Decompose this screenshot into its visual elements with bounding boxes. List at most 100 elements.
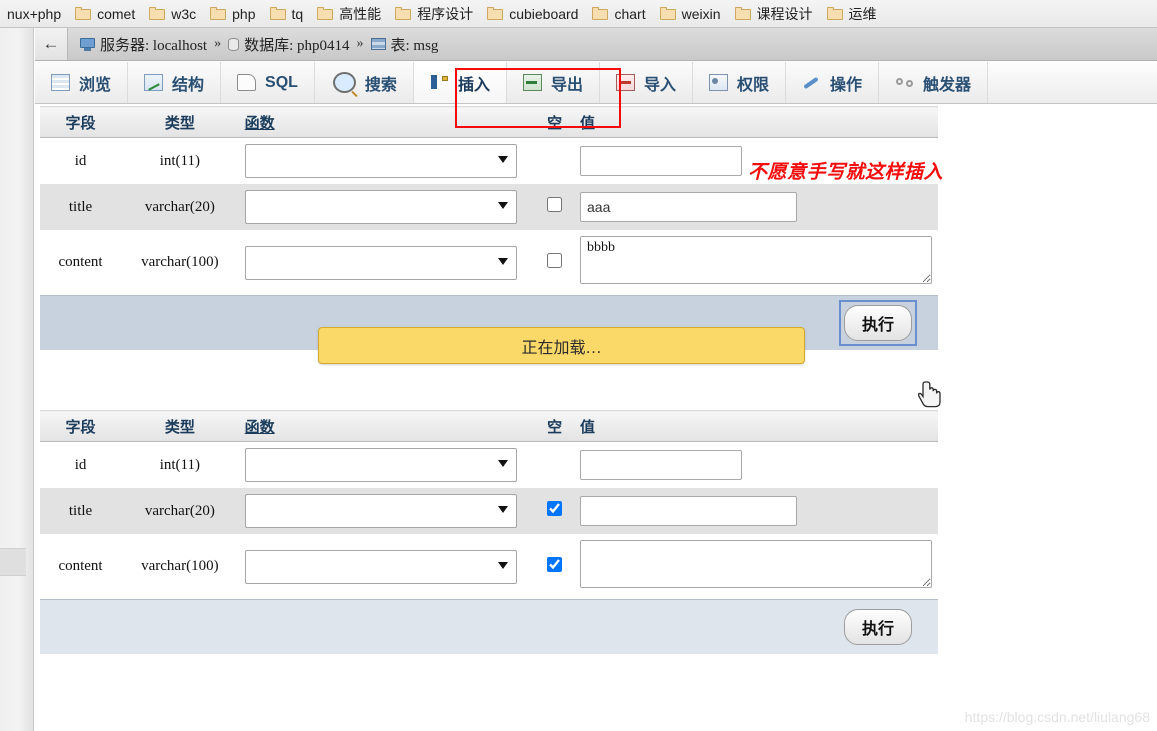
row-value-cell (574, 488, 938, 534)
bookmark-label: tq (291, 5, 304, 22)
insert-form-second: 字段 类型 函数 空 值 id int(11) title varchar(20… (40, 410, 938, 654)
tab-import[interactable]: 导入 (599, 62, 693, 103)
panel-resize-handle[interactable] (0, 548, 26, 576)
header-type: 类型 (121, 106, 239, 138)
tab-export[interactable]: 导出 (506, 62, 600, 103)
navigation-panel-collapsed[interactable] (0, 28, 34, 731)
function-select[interactable] (244, 245, 517, 280)
folder-icon (149, 7, 166, 20)
row-null-cell (535, 137, 574, 184)
tab-label: 结构 (172, 76, 205, 94)
row-field-name: id (40, 137, 122, 184)
value-textarea[interactable]: bbbb (580, 236, 932, 284)
function-select[interactable] (244, 494, 517, 528)
value-input[interactable] (580, 450, 742, 480)
function-select[interactable] (244, 144, 517, 178)
back-button[interactable]: ← (35, 28, 68, 60)
header-field: 字段 (40, 106, 122, 138)
tab-operations[interactable]: 操作 (786, 62, 880, 103)
tab-insert[interactable]: 插入 (413, 62, 507, 103)
row-field-type: varchar(100) (121, 230, 239, 296)
row-null-cell (535, 184, 574, 230)
insert-form-first: 字段 类型 函数 空 值 id int(11) title varchar(20… (40, 106, 938, 350)
bookmark-item[interactable]: comet (68, 4, 142, 24)
bookmark-label: comet (97, 5, 136, 22)
operations-icon (802, 74, 821, 91)
header-function[interactable]: 函数 (238, 106, 536, 138)
header-function[interactable]: 函数 (238, 410, 536, 442)
function-select[interactable] (244, 549, 517, 584)
bookmark-item[interactable]: 运维 (820, 2, 884, 26)
breadcrumb-path: 服务器: localhost » 数据库: php0414 » 表: msg (68, 34, 438, 55)
table-row: id int(11) (40, 441, 938, 488)
row-field-type: varchar(20) (121, 488, 239, 534)
breadcrumb-server[interactable]: 服务器: localhost (100, 34, 207, 55)
bookmark-label: nux+php (7, 5, 62, 22)
value-textarea[interactable] (580, 540, 932, 588)
row-function-cell (238, 488, 536, 534)
tab-privileges[interactable]: 权限 (692, 62, 786, 103)
header-value: 值 (574, 106, 938, 138)
function-select[interactable] (244, 190, 517, 224)
table-row: content varchar(100) bbbb (40, 230, 938, 296)
tab-label: 操作 (830, 76, 863, 94)
bookmark-item[interactable]: 课程设计 (728, 2, 820, 26)
null-checkbox[interactable] (547, 501, 563, 516)
bookmark-item[interactable]: php (203, 4, 262, 24)
execute-button[interactable]: 执行 (843, 609, 912, 645)
function-select-wrap (244, 190, 517, 224)
row-field-type: varchar(100) (121, 534, 239, 600)
tab-browse[interactable]: 浏览 (35, 62, 129, 103)
row-function-cell (238, 230, 536, 296)
bookmark-item[interactable]: chart (585, 4, 652, 24)
null-checkbox[interactable] (547, 556, 563, 572)
null-checkbox[interactable] (547, 197, 563, 212)
tab-search[interactable]: 搜索 (314, 62, 414, 103)
bookmark-item[interactable]: tq (263, 4, 311, 24)
row-function-cell (238, 534, 536, 600)
bookmark-item[interactable]: nux+php (0, 4, 68, 24)
annotation-note: 不愿意手写就这样插入 (748, 162, 944, 183)
breadcrumb-database[interactable]: 数据库: php0414 (244, 34, 349, 55)
tab-bar: 浏览 结构 SQL 搜索 插入 导出 导入 权限 操作 触发器 (35, 62, 1157, 104)
value-input[interactable] (580, 192, 797, 222)
header-value: 值 (574, 410, 938, 442)
null-checkbox[interactable] (547, 252, 563, 268)
value-input[interactable] (580, 146, 742, 176)
tab-structure[interactable]: 结构 (128, 62, 222, 103)
bookmark-item[interactable]: cubieboard (480, 4, 585, 24)
execute-button[interactable]: 执行 (843, 305, 912, 341)
folder-icon (210, 7, 227, 20)
bookmark-item[interactable]: w3c (142, 4, 203, 24)
tab-label: 浏览 (79, 76, 112, 94)
function-select-wrap (244, 144, 517, 178)
table-row: title varchar(20) (40, 488, 938, 534)
row-field-name: id (40, 441, 122, 488)
bookmark-item[interactable]: 高性能 (310, 2, 388, 26)
row-function-cell (238, 441, 536, 488)
bookmark-label: chart (614, 5, 646, 22)
triggers-icon (895, 74, 914, 91)
breadcrumb-table[interactable]: 表: msg (391, 34, 439, 55)
row-field-type: varchar(20) (121, 184, 239, 230)
row-value-cell (574, 441, 938, 488)
bookmark-label: 高性能 (339, 5, 382, 22)
row-field-name: title (40, 488, 122, 534)
row-function-cell (238, 137, 536, 184)
value-input[interactable] (580, 496, 797, 526)
tab-sql[interactable]: SQL (221, 62, 315, 103)
loading-banner: 正在加载… (318, 327, 805, 364)
tab-label: 权限 (736, 76, 769, 94)
bookmark-item[interactable]: 程序设计 (388, 2, 480, 26)
row-field-type: int(11) (121, 137, 239, 184)
watermark: https://blog.csdn.net/liulang68 (964, 709, 1150, 725)
function-select[interactable] (244, 448, 517, 482)
folder-icon (395, 7, 412, 20)
structure-icon (144, 74, 164, 91)
folder-icon (592, 7, 609, 20)
tab-triggers[interactable]: 触发器 (879, 62, 989, 103)
folder-icon (826, 7, 843, 20)
tab-label: 触发器 (923, 76, 972, 94)
bookmark-item[interactable]: weixin (653, 4, 728, 24)
tab-label: 导入 (643, 76, 676, 94)
